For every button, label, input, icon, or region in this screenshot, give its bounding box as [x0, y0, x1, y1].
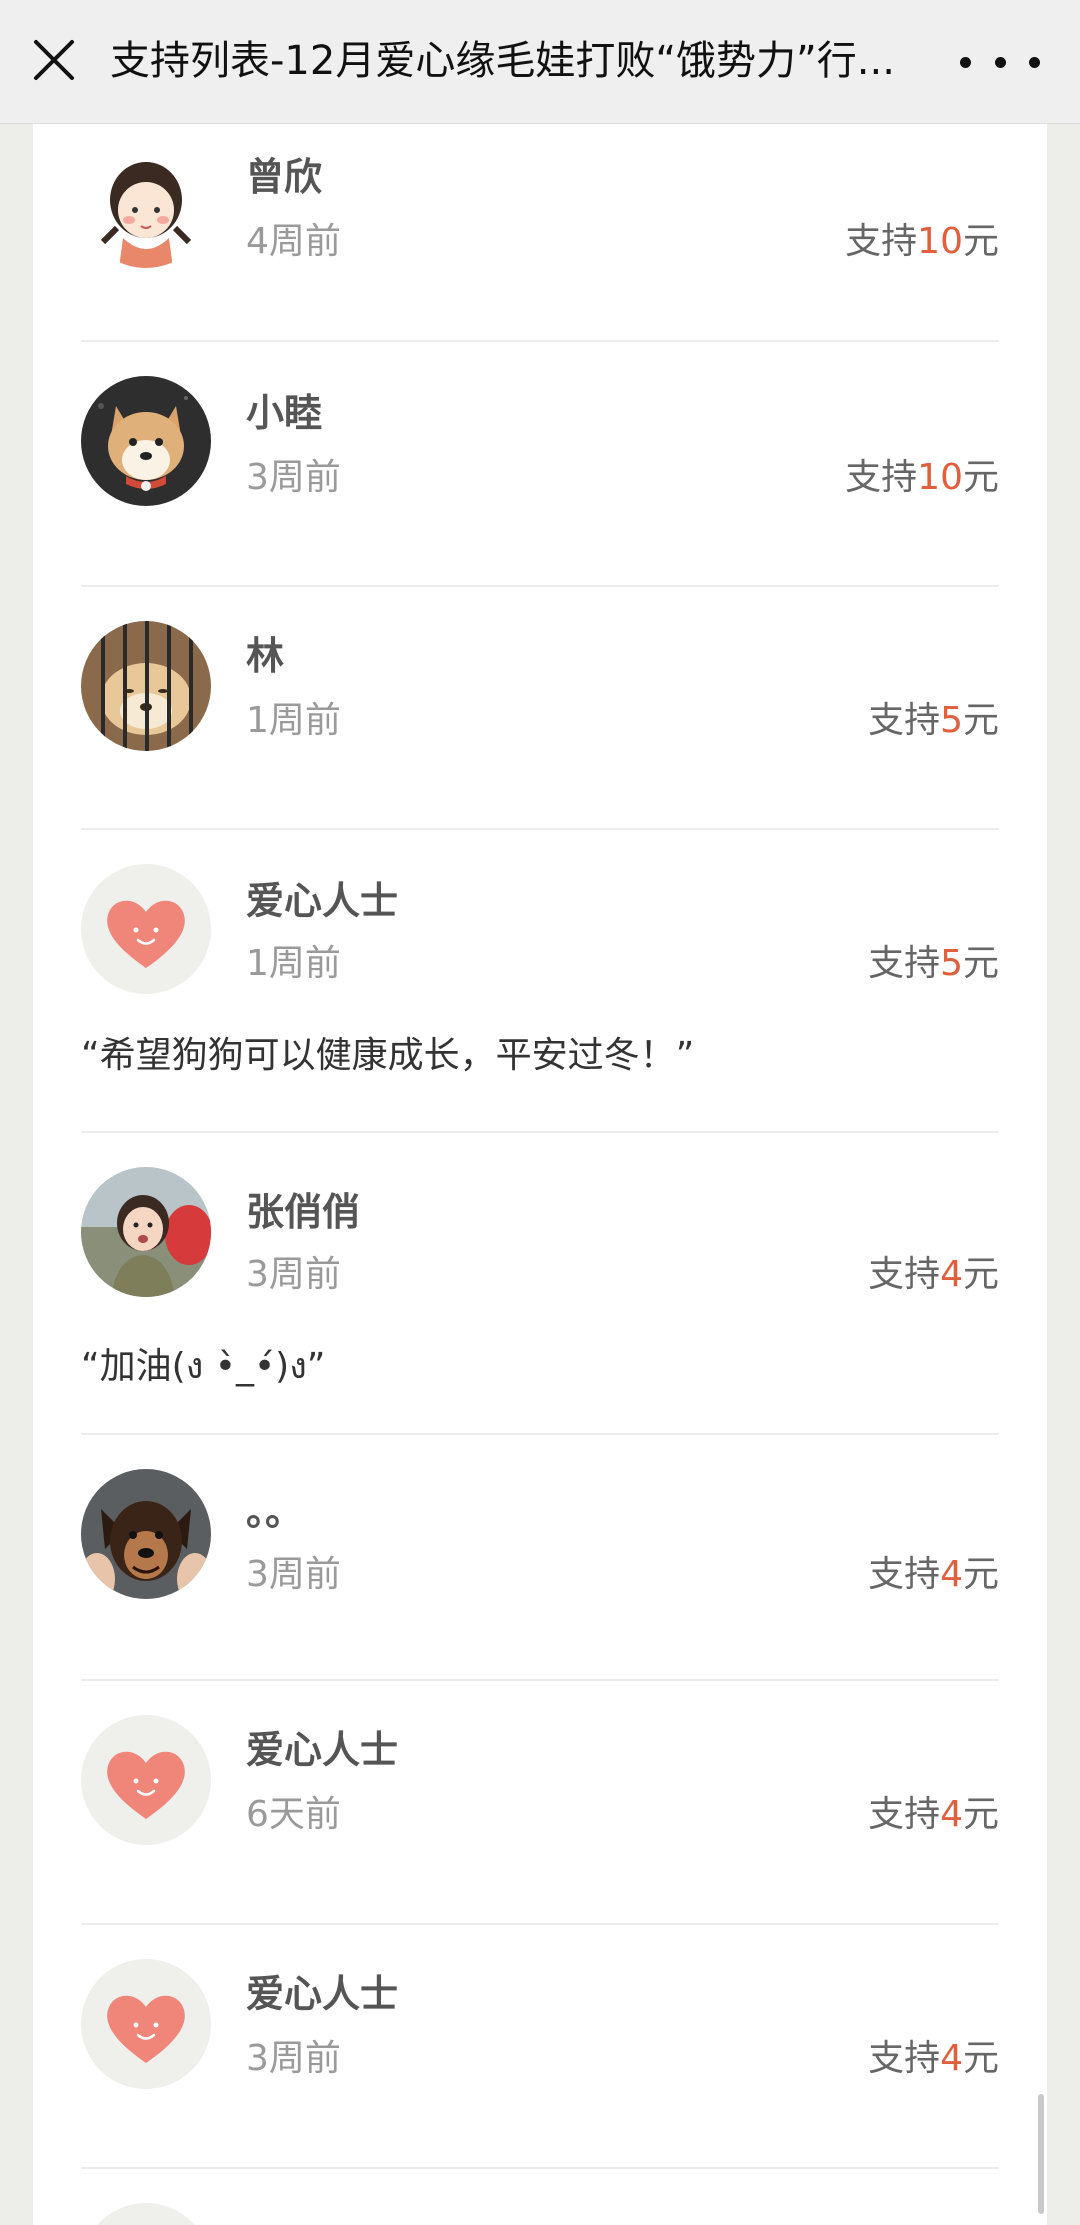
supporter-list-panel: 曾欣 4周前 支持10元 小睦 3周前 支持10元 林 1周前 支持5元 爱心人… — [33, 124, 1047, 2225]
amount-prefix: 支持 — [868, 943, 941, 984]
support-time: 3周前 — [246, 1554, 341, 1595]
heart-avatar — [81, 1715, 211, 1845]
amount-value: 10 — [917, 221, 963, 262]
heart-avatar — [81, 864, 211, 994]
cartoon-girl-avatar — [81, 138, 211, 268]
top-navigation-bar: 支持列表-12月爱心缘毛娃打败“饿势力”行... — [0, 0, 1080, 124]
amount-unit: 元 — [962, 943, 999, 984]
supporter-row[interactable]: 曾欣 4周前 支持10元 — [81, 124, 999, 342]
supporter-name: 。。 — [246, 1490, 304, 1534]
support-message: “希望狗狗可以健康成长，平安过冬！” — [81, 1035, 695, 1076]
heart-avatar — [81, 1959, 211, 2089]
supporter-name: 张俏俏 — [246, 1190, 361, 1234]
supporter-list: 曾欣 4周前 支持10元 小睦 3周前 支持10元 林 1周前 支持5元 爱心人… — [81, 124, 999, 2225]
support-time: 3周前 — [246, 457, 341, 498]
supporter-row[interactable]: 林 1周前 支持5元 — [81, 587, 999, 830]
supporter-row[interactable]: 。。 3周前 支持4元 — [81, 1435, 999, 1681]
support-amount: 支持10元 — [845, 212, 999, 264]
amount-unit: 元 — [962, 1554, 999, 1595]
amount-value: 5 — [940, 700, 963, 741]
close-icon[interactable] — [30, 32, 80, 88]
dog-photo-avatar — [81, 1469, 211, 1599]
support-time: 6天前 — [246, 1794, 341, 1835]
supporter-name: 林 — [246, 634, 285, 678]
support-amount: 支持5元 — [868, 691, 999, 743]
amount-prefix: 支持 — [868, 1554, 941, 1595]
amount-prefix: 支持 — [868, 1794, 941, 1835]
child-photo-avatar — [81, 1167, 211, 1297]
amount-value: 10 — [917, 457, 963, 498]
amount-value: 4 — [940, 1794, 963, 1835]
supporter-row[interactable]: 张俏俏 3周前 支持4元 “加油(ง •̀_•́)ง” — [81, 1133, 999, 1435]
supporter-row[interactable]: 爱心人士 1周前 支持5元 “希望狗狗可以健康成长，平安过冬！” — [81, 830, 999, 1133]
support-amount: 支持4元 — [868, 2029, 999, 2081]
amount-unit: 元 — [962, 221, 999, 262]
support-amount: 支持5元 — [868, 934, 999, 986]
amount-prefix: 支持 — [845, 221, 918, 262]
page-title: 支持列表-12月爱心缘毛娃打败“饿势力”行... — [110, 38, 895, 84]
support-amount: 支持10元 — [845, 448, 999, 500]
amount-prefix: 支持 — [868, 1254, 941, 1295]
support-time: 3周前 — [246, 2038, 341, 2079]
amount-value: 4 — [940, 2038, 963, 2079]
support-time: 3周前 — [246, 1254, 341, 1295]
supporter-row[interactable] — [81, 2169, 999, 2225]
shiba-dog-avatar — [81, 376, 211, 506]
support-amount: 支持4元 — [868, 1245, 999, 1297]
amount-unit: 元 — [962, 1794, 999, 1835]
support-time: 1周前 — [246, 700, 341, 741]
amount-prefix: 支持 — [868, 700, 941, 741]
amount-unit: 元 — [962, 457, 999, 498]
amount-prefix: 支持 — [845, 457, 918, 498]
amount-unit: 元 — [962, 1254, 999, 1295]
scrollbar[interactable] — [1038, 2094, 1044, 2214]
more-options-icon[interactable] — [960, 40, 1040, 84]
amount-unit: 元 — [962, 2038, 999, 2079]
supporter-name: 爱心人士 — [246, 1728, 399, 1772]
amount-unit: 元 — [962, 700, 999, 741]
supporter-row[interactable]: 爱心人士 6天前 支持4元 — [81, 1681, 999, 1925]
supporter-name: 爱心人士 — [246, 1972, 399, 2016]
supporter-name: 爱心人士 — [246, 879, 399, 923]
amount-value: 5 — [940, 943, 963, 984]
supporter-name: 小睦 — [246, 391, 323, 435]
caged-dog-avatar — [81, 621, 211, 751]
support-amount: 支持4元 — [868, 1785, 999, 1837]
amount-value: 4 — [940, 1554, 963, 1595]
heart-avatar — [81, 2203, 211, 2225]
support-message: “加油(ง •̀_•́)ง” — [81, 1346, 326, 1387]
supporter-row[interactable]: 爱心人士 3周前 支持4元 — [81, 1925, 999, 2169]
support-time: 4周前 — [246, 221, 341, 262]
support-amount: 支持4元 — [868, 1545, 999, 1597]
support-time: 1周前 — [246, 943, 341, 984]
amount-prefix: 支持 — [868, 2038, 941, 2079]
supporter-row[interactable]: 小睦 3周前 支持10元 — [81, 342, 999, 587]
amount-value: 4 — [940, 1254, 963, 1295]
supporter-name: 曾欣 — [246, 155, 323, 199]
